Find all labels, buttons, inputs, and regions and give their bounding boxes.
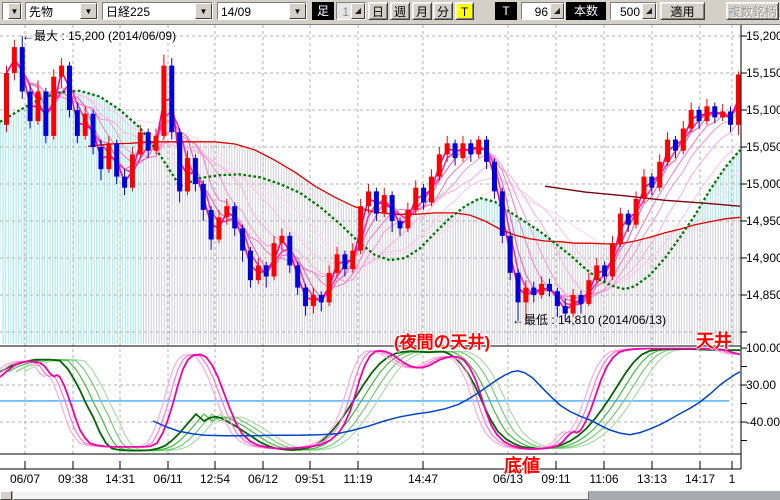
chart-plot-area[interactable] xyxy=(0,0,780,500)
osc-axis-label: -40.00 xyxy=(746,415,780,429)
time-axis-label: 09:38 xyxy=(51,472,95,486)
chevron-down-icon[interactable]: ▼ xyxy=(8,3,21,19)
price-axis-label: 15,200 xyxy=(746,29,780,43)
time-axis-label: 13:13 xyxy=(630,472,674,486)
period-minute-button[interactable]: 分 xyxy=(433,2,453,20)
bar-label: 足 xyxy=(312,2,334,20)
time-axis-label: 11:19 xyxy=(336,472,380,486)
bar-count-value: 500 xyxy=(611,3,642,19)
oscillator-panel xyxy=(0,349,764,451)
bar-interval-value: 1 xyxy=(337,3,351,19)
scrollbar-left-button[interactable] xyxy=(0,491,12,500)
tick-count-value: 96 xyxy=(522,3,550,19)
osc-axis-label: 30.00 xyxy=(746,378,776,392)
price-axis-label: 15,100 xyxy=(746,103,780,117)
time-axis-label: 1 xyxy=(710,472,754,486)
osc-axis-label: 100.00 xyxy=(746,341,780,355)
time-axis-label: 14:47 xyxy=(401,472,445,486)
ceiling-annotation: 天井 xyxy=(696,327,732,353)
period-day-button[interactable]: 日 xyxy=(368,2,388,20)
time-axis-label: 06/12 xyxy=(241,472,285,486)
price-axis-label: 14,850 xyxy=(746,288,780,302)
price-axis-label: 15,150 xyxy=(746,66,780,80)
toolbar: ▼ 先物 ▼ 日経225 ▼ 14/09 ▼ 足 1 ◢ 日 週 月 分 T T… xyxy=(0,0,780,25)
time-axis-label: 06/07 xyxy=(3,472,47,486)
time-axis-label: 09:51 xyxy=(288,472,332,486)
period-tick-button[interactable]: T xyxy=(455,2,474,20)
tick-label: T xyxy=(495,2,517,20)
time-axis-label: 11:06 xyxy=(582,472,626,486)
spinner-icon[interactable]: ◢ xyxy=(351,3,365,19)
chevron-down-icon[interactable]: ▼ xyxy=(289,3,306,19)
period-month-button[interactable]: 月 xyxy=(412,2,432,20)
instrument-value: 先物 xyxy=(26,3,80,19)
apply-button[interactable]: 適用 xyxy=(660,2,705,20)
bar-count-label: 本数 xyxy=(566,2,606,20)
night-ceiling-annotation: (夜間の天井) xyxy=(394,328,490,353)
bottom-price-annotation: 底値 xyxy=(504,452,540,478)
bar-interval-spinner[interactable]: 1 ◢ xyxy=(336,2,366,20)
period-week-button[interactable]: 週 xyxy=(390,2,410,20)
instrument-combo[interactable]: 先物 ▼ xyxy=(25,2,98,20)
bar-count-spinner[interactable]: 500 ◢ xyxy=(610,2,657,20)
spinner-icon[interactable]: ◢ xyxy=(550,3,564,19)
chart-style-combo[interactable]: ▼ xyxy=(2,2,22,20)
chevron-down-icon[interactable]: ▼ xyxy=(195,3,212,19)
time-axis-label: 09:11 xyxy=(534,472,578,486)
chevron-down-icon[interactable]: ▼ xyxy=(80,3,97,19)
time-axis-label: 14:31 xyxy=(98,472,142,486)
price-axis-label: 15,000 xyxy=(746,177,780,191)
price-axis-label: 14,950 xyxy=(746,214,780,228)
symbol-combo[interactable]: 日経225 ▼ xyxy=(102,2,213,20)
price-axis-label: 15,050 xyxy=(746,140,780,154)
time-axis-label: 06/11 xyxy=(146,472,190,486)
contract-month-value: 14/09 xyxy=(218,3,289,19)
scrollbar-thumb[interactable] xyxy=(13,491,589,500)
horizontal-scrollbar[interactable] xyxy=(0,491,780,500)
max-price-annotation: ←最大 : 15,200 (2014/06/09) xyxy=(22,27,176,44)
chart-canvas xyxy=(0,0,780,500)
tick-count-spinner[interactable]: 96 ◢ xyxy=(521,2,565,20)
price-axis-label: 14,900 xyxy=(746,251,780,265)
time-axis-label: 12:54 xyxy=(193,472,237,486)
osc-green-line xyxy=(16,349,756,451)
spinner-icon[interactable]: ◢ xyxy=(642,3,656,19)
min-price-annotation: ←最低 : 14,810 (2014/06/13) xyxy=(512,311,666,328)
multi-symbol-button[interactable]: 複数銘柄 xyxy=(726,2,779,20)
osc-green-line xyxy=(24,349,764,451)
symbol-value: 日経225 xyxy=(103,3,195,19)
contract-month-combo[interactable]: 14/09 ▼ xyxy=(217,2,307,20)
chart-application-window: ▼ 先物 ▼ 日経225 ▼ 14/09 ▼ 足 1 ◢ 日 週 月 分 T T… xyxy=(0,0,780,500)
